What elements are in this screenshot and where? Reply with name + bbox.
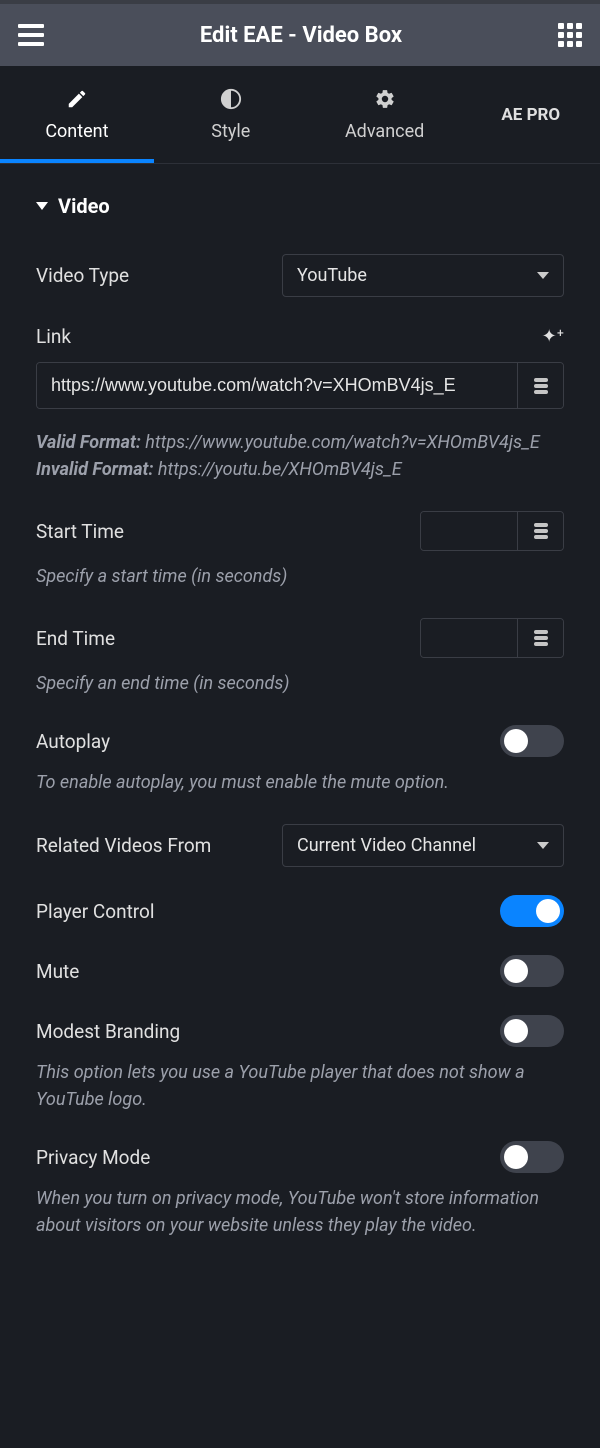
link-input-group	[36, 362, 564, 409]
start-time-input-group	[420, 511, 564, 551]
ai-sparkle-icon[interactable]: ✦⁺	[542, 326, 564, 347]
gear-icon	[374, 87, 396, 111]
panel-header: Edit EAE - Video Box	[0, 0, 600, 66]
field-player-control: Player Control	[36, 895, 564, 927]
dynamic-tags-button[interactable]	[517, 512, 563, 550]
dynamic-tags-button[interactable]	[517, 363, 563, 408]
mute-toggle[interactable]	[500, 955, 564, 987]
field-label: Privacy Mode	[36, 1146, 150, 1169]
field-label: Video Type	[36, 264, 129, 287]
tab-label: Advanced	[345, 121, 424, 142]
dynamic-tags-button[interactable]	[517, 619, 563, 657]
modest-branding-toggle[interactable]	[500, 1015, 564, 1047]
field-label: Player Control	[36, 900, 155, 923]
tab-label: AE PRO	[501, 105, 560, 125]
field-label: Related Videos From	[36, 834, 211, 857]
end-time-input-group	[420, 618, 564, 658]
section-title: Video	[58, 194, 110, 218]
section-toggle-video[interactable]: Video	[36, 194, 564, 218]
tabs: Content Style Advanced AE PRO	[0, 66, 600, 164]
panel-title: Edit EAE - Video Box	[200, 23, 402, 48]
end-time-help: Specify an end time (in seconds)	[36, 670, 564, 697]
panel-body: Video Video Type YouTube Link ✦⁺ Valid F…	[0, 164, 600, 1259]
database-icon	[534, 630, 548, 646]
tab-style[interactable]: Style	[154, 66, 308, 163]
select-value: Current Video Channel	[297, 835, 476, 856]
privacy-mode-toggle[interactable]	[500, 1141, 564, 1173]
tab-advanced[interactable]: Advanced	[308, 66, 462, 163]
start-time-input[interactable]	[421, 512, 517, 550]
menu-icon[interactable]	[18, 24, 44, 46]
privacy-mode-help: When you turn on privacy mode, YouTube w…	[36, 1185, 564, 1239]
field-label: Autoplay	[36, 730, 110, 753]
player-control-toggle[interactable]	[500, 895, 564, 927]
field-autoplay: Autoplay	[36, 725, 564, 757]
tab-label: Style	[211, 121, 250, 142]
field-privacy-mode: Privacy Mode	[36, 1141, 564, 1173]
field-label: Link	[36, 325, 71, 348]
database-icon	[534, 523, 548, 539]
start-time-help: Specify a start time (in seconds)	[36, 563, 564, 590]
link-help: Valid Format: https://www.youtube.com/wa…	[36, 429, 564, 483]
video-type-select[interactable]: YouTube	[282, 254, 564, 297]
related-videos-select[interactable]: Current Video Channel	[282, 824, 564, 867]
field-label: End Time	[36, 627, 115, 650]
field-label: Mute	[36, 960, 79, 983]
database-icon	[534, 378, 548, 394]
field-video-type: Video Type YouTube	[36, 254, 564, 297]
field-mute: Mute	[36, 955, 564, 987]
field-related-videos: Related Videos From Current Video Channe…	[36, 824, 564, 867]
field-label: Start Time	[36, 520, 124, 543]
select-value: YouTube	[297, 265, 367, 286]
autoplay-help: To enable autoplay, you must enable the …	[36, 769, 564, 796]
chevron-down-icon	[36, 202, 48, 210]
apps-icon[interactable]	[558, 23, 582, 47]
field-label: Modest Branding	[36, 1020, 180, 1043]
field-end-time: End Time	[36, 618, 564, 658]
end-time-input[interactable]	[421, 619, 517, 657]
link-input[interactable]	[37, 363, 517, 408]
contrast-icon	[220, 87, 242, 111]
modest-branding-help: This option lets you use a YouTube playe…	[36, 1059, 564, 1113]
autoplay-toggle[interactable]	[500, 725, 564, 757]
tab-label: Content	[45, 121, 108, 142]
field-modest-branding: Modest Branding	[36, 1015, 564, 1047]
pencil-icon	[66, 87, 88, 111]
field-link-header: Link ✦⁺	[36, 325, 564, 348]
tab-ae-pro[interactable]: AE PRO	[462, 66, 600, 163]
field-start-time: Start Time	[36, 511, 564, 551]
tab-content[interactable]: Content	[0, 66, 154, 163]
